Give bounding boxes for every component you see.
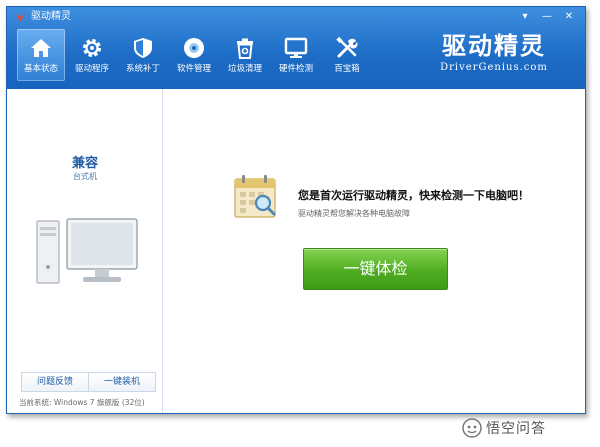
app-logo-icon [16, 12, 26, 22]
tab-software-manager[interactable]: 软件管理 [170, 29, 218, 81]
tab-system-patch[interactable]: 系统补丁 [119, 29, 167, 81]
main-toolbar: 基本状态 驱动程序 系统补丁 软件管理 垃圾清理 硬件检测 百宝箱 [17, 29, 374, 81]
calendar-search-icon [234, 175, 276, 218]
main-panel: 您是首次运行驱动精灵，快来检测一下电脑吧！ 驱动精灵帮您解决各种电脑故障 一键体… [164, 89, 585, 413]
brand-name-cn: 驱动精灵 [442, 32, 546, 60]
tab-hardware-detect[interactable]: 硬件检测 [272, 29, 320, 81]
desktop-computer-icon [36, 218, 138, 284]
minimize-icon[interactable]: — [537, 9, 557, 24]
tools-icon [336, 36, 358, 58]
tab-toolbox[interactable]: 百宝箱 [323, 29, 371, 81]
first-run-headline: 您是首次运行驱动精灵，快来检测一下电脑吧！ [298, 189, 529, 202]
tab-label: 百宝箱 [334, 64, 360, 74]
disc-icon [184, 38, 204, 58]
tab-junk-cleanup[interactable]: 垃圾清理 [221, 29, 269, 81]
home-icon [31, 39, 51, 57]
menu-dropdown-icon[interactable]: ▾ [515, 9, 535, 24]
tab-label: 基本状态 [23, 64, 58, 74]
one-click-checkup-button[interactable]: 一键体检 [303, 248, 448, 290]
device-type-label: 台式机 [73, 172, 97, 181]
tab-label: 驱动程序 [74, 64, 109, 74]
monitor-icon [284, 37, 308, 58]
titlebar: 驱动精灵 ▾ — ✕ 基本状态 驱动程序 系统补丁 软件管理 垃圾清理 硬件检测… [7, 7, 585, 89]
tab-label: 软件管理 [176, 64, 211, 74]
sidebar: 兼容 台式机 问题反馈 一键装机 当前系统: Windows 7 旗舰版 (32… [7, 89, 163, 413]
current-system-info: 当前系统: Windows 7 旗舰版 (32位) [19, 398, 145, 407]
tab-basic-status[interactable]: 基本状态 [17, 29, 65, 81]
window-title: 驱动精灵 [31, 11, 71, 22]
watermark: 悟空问答 [462, 417, 546, 439]
title-row: 驱动精灵 ▾ — ✕ [7, 7, 585, 27]
tab-label: 硬件检测 [278, 64, 313, 74]
compat-status-title: 兼容 [71, 156, 98, 171]
tab-drivers[interactable]: 驱动程序 [68, 29, 116, 81]
wukong-logo-icon [462, 418, 482, 438]
brand-logo: 驱动精灵 DriverGenius.com [429, 31, 559, 81]
shield-icon [134, 38, 152, 58]
watermark-text: 悟空问答 [486, 421, 546, 437]
tab-label: 垃圾清理 [227, 64, 262, 74]
first-run-subline: 驱动精灵帮您解决各种电脑故障 [298, 209, 410, 218]
trash-icon [237, 38, 253, 59]
feedback-button[interactable]: 问题反馈 [22, 373, 88, 391]
app-window: 驱动精灵 ▾ — ✕ 基本状态 驱动程序 系统补丁 软件管理 垃圾清理 硬件检测… [6, 6, 586, 414]
one-click-install-button[interactable]: 一键装机 [88, 373, 155, 391]
close-icon[interactable]: ✕ [559, 9, 579, 24]
window-controls: ▾ — ✕ [515, 9, 579, 24]
tab-label: 系统补丁 [125, 64, 160, 74]
gear-icon [83, 39, 101, 57]
sidebar-button-group: 问题反馈 一键装机 [21, 372, 156, 392]
brand-name-en: DriverGenius.com [440, 62, 548, 73]
